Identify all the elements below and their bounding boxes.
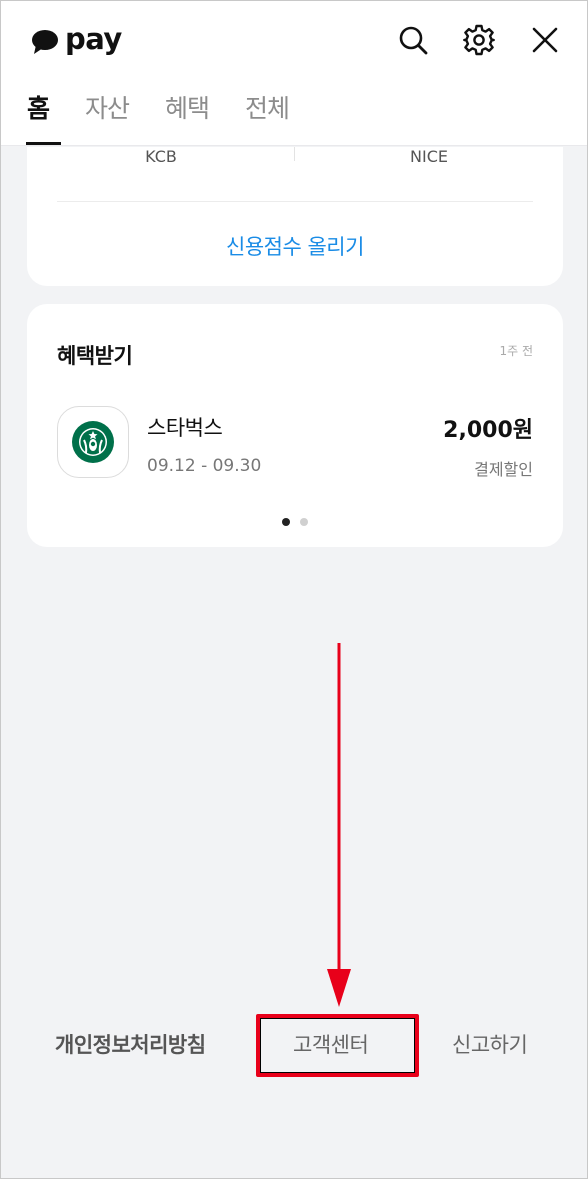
report-link[interactable]: 신고하기 <box>452 1029 528 1059</box>
gear-icon[interactable] <box>460 21 498 59</box>
benefit-type: 결제할인 <box>474 460 533 479</box>
pagination-dot-2[interactable] <box>300 518 308 526</box>
kakaopay-logo: pay <box>31 23 122 59</box>
logo-text: pay <box>65 21 122 56</box>
benefit-title: 혜택받기 <box>57 344 133 368</box>
benefit-amount: 2,000원 <box>443 418 533 443</box>
carousel-pagination <box>27 518 563 526</box>
privacy-policy-link[interactable]: 개인정보처리방침 <box>55 1029 206 1059</box>
tab-home[interactable]: 홈 <box>25 85 62 145</box>
close-icon[interactable] <box>526 21 564 59</box>
main-tabs: 홈 자산 혜택 전체 <box>25 85 325 145</box>
tab-benefits[interactable]: 혜택 <box>165 85 210 145</box>
annotation-highlight-box <box>256 1014 419 1077</box>
bureau-kcb: KCB <box>145 147 177 166</box>
annotation-arrow-icon <box>327 643 351 1007</box>
search-icon[interactable] <box>394 21 432 59</box>
credit-score-card: KCB NICE 신용점수 올리기 <box>27 147 563 286</box>
tab-all[interactable]: 전체 <box>245 85 290 145</box>
brand-name: 스타벅스 <box>147 416 223 440</box>
tab-assets[interactable]: 자산 <box>85 85 130 145</box>
benefit-timestamp: 1주 전 <box>499 344 533 358</box>
pagination-dot-1[interactable] <box>282 518 290 526</box>
card-divider <box>57 201 533 202</box>
benefit-card: 혜택받기 1주 전 스타벅스 09.12 - 09.30 2,000원 결제할인 <box>27 304 563 547</box>
bureau-nice: NICE <box>410 147 448 166</box>
benefit-period: 09.12 - 09.30 <box>147 456 262 476</box>
bureau-divider <box>294 147 295 161</box>
benefit-item-starbucks[interactable]: 스타벅스 09.12 - 09.30 2,000원 결제할인 <box>27 404 563 480</box>
raise-credit-score-link[interactable]: 신용점수 올리기 <box>27 231 563 261</box>
app-header: pay 홈 자산 혜택 전체 <box>1 1 587 146</box>
starbucks-logo <box>57 406 129 478</box>
speech-bubble-icon <box>31 29 61 54</box>
